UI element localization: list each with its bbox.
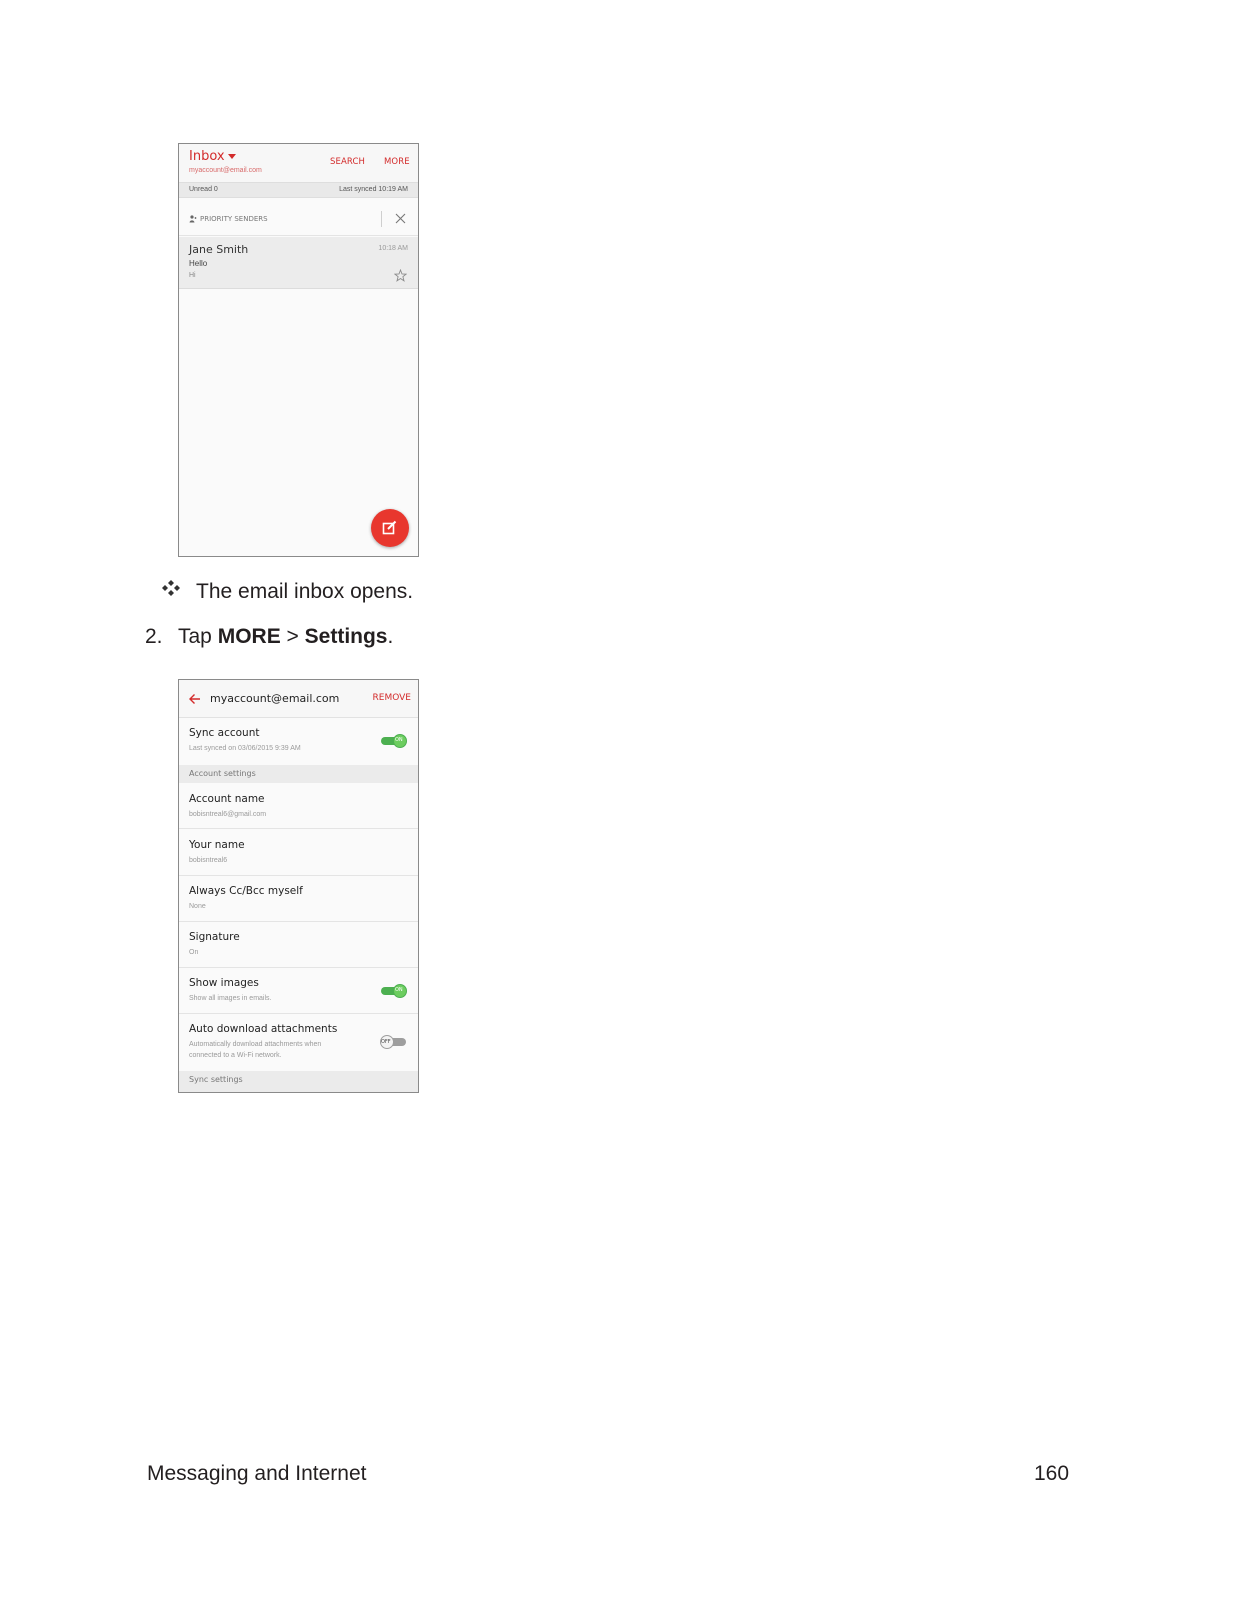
step-settings-keyword: Settings xyxy=(304,625,388,648)
inbox-status-bar: Unread 0 Last synced 10:19 AM xyxy=(179,182,418,198)
last-synced: Last synced 10:19 AM xyxy=(339,186,408,193)
toggle-label: ON xyxy=(395,737,403,743)
inbox-screenshot: Inbox myaccount@email.com SEARCH MORE Un… xyxy=(178,143,419,557)
more-button[interactable]: MORE xyxy=(384,157,410,167)
back-arrow-icon[interactable] xyxy=(188,693,201,705)
email-preview: Hi xyxy=(189,272,196,279)
show-images-row[interactable]: Show images Show all images in emails. O… xyxy=(179,968,418,1014)
signature-sub: On xyxy=(189,949,199,956)
show-images-sub: Show all images in emails. xyxy=(189,995,272,1002)
signature-row[interactable]: Signature On xyxy=(179,922,418,968)
settings-title: myaccount@email.com xyxy=(210,692,340,705)
your-name-title: Your name xyxy=(189,839,245,851)
settings-screenshot: myaccount@email.com REMOVE Sync account … xyxy=(178,679,419,1093)
show-images-toggle[interactable]: ON xyxy=(381,984,407,998)
signature-title: Signature xyxy=(189,931,240,943)
step-more-keyword: MORE xyxy=(217,625,281,648)
priority-senders-label: PRIORITY SENDERS xyxy=(200,215,268,223)
inbox-header: Inbox myaccount@email.com SEARCH MORE xyxy=(179,144,418,182)
compose-icon xyxy=(382,520,397,535)
account-name-title: Account name xyxy=(189,793,265,805)
compose-button[interactable] xyxy=(371,509,409,547)
diamond-bullet-icon xyxy=(162,580,180,596)
sync-account-row[interactable]: Sync account Last synced on 03/06/2015 9… xyxy=(179,719,418,765)
email-subject: Hello xyxy=(189,259,208,268)
sync-account-sub: Last synced on 03/06/2015 9:39 AM xyxy=(189,745,301,752)
step-prefix: Tap xyxy=(178,625,218,648)
step-suffix: . xyxy=(387,625,394,648)
email-list-item[interactable]: Jane Smith 10:18 AM Hello Hi xyxy=(179,237,418,289)
always-cc-sub: None xyxy=(189,903,206,910)
chevron-down-icon[interactable] xyxy=(228,154,236,159)
account-settings-section: Account settings xyxy=(179,765,418,783)
footer-page-number: 160 xyxy=(1034,1462,1070,1485)
auto-download-sub-line2: connected to a Wi-Fi network. xyxy=(189,1052,282,1059)
section-label: Account settings xyxy=(189,769,256,778)
close-icon[interactable] xyxy=(394,212,407,225)
inbox-account-email: myaccount@email.com xyxy=(189,167,262,174)
section-label: Sync settings xyxy=(189,1075,243,1084)
bullet-text: The email inbox opens. xyxy=(196,580,414,603)
account-name-sub: bobisntreal6@gmail.com xyxy=(189,811,267,818)
sync-settings-section: Sync settings xyxy=(179,1071,418,1092)
email-time: 10:18 AM xyxy=(378,245,408,252)
inbox-title[interactable]: Inbox xyxy=(189,149,225,164)
auto-download-row[interactable]: Auto download attachments Automatically … xyxy=(179,1014,418,1071)
your-name-sub: bobisntreal6 xyxy=(189,857,228,864)
remove-button[interactable]: REMOVE xyxy=(373,693,411,703)
auto-download-toggle[interactable]: OFF xyxy=(380,1035,406,1049)
sync-account-title: Sync account xyxy=(189,727,260,739)
email-sender: Jane Smith xyxy=(189,243,249,256)
always-cc-title: Always Cc/Bcc myself xyxy=(189,885,303,897)
search-button[interactable]: SEARCH xyxy=(330,157,365,167)
toggle-label: ON xyxy=(395,987,403,993)
step-instruction: 2. Tap MORE > Settings. xyxy=(145,625,393,649)
account-name-row[interactable]: Account name bobisntreal6@gmail.com xyxy=(179,783,418,829)
star-icon[interactable] xyxy=(394,269,407,282)
sync-account-toggle[interactable]: ON xyxy=(381,734,407,748)
always-cc-row[interactable]: Always Cc/Bcc myself None xyxy=(179,876,418,922)
settings-header: myaccount@email.com REMOVE xyxy=(179,680,418,718)
toggle-label: OFF xyxy=(381,1039,391,1045)
unread-count: Unread 0 xyxy=(189,186,218,193)
footer-section-title: Messaging and Internet xyxy=(147,1462,367,1485)
priority-sender-icon xyxy=(189,215,197,223)
auto-download-title: Auto download attachments xyxy=(189,1023,338,1035)
your-name-row[interactable]: Your name bobisntreal6 xyxy=(179,830,418,876)
step-number: 2. xyxy=(145,625,163,648)
auto-download-sub-line1: Automatically download attachments when xyxy=(189,1041,322,1048)
step-separator: > xyxy=(280,625,305,648)
divider xyxy=(381,211,382,227)
priority-senders-bar[interactable]: PRIORITY SENDERS xyxy=(179,202,418,236)
show-images-title: Show images xyxy=(189,977,259,989)
